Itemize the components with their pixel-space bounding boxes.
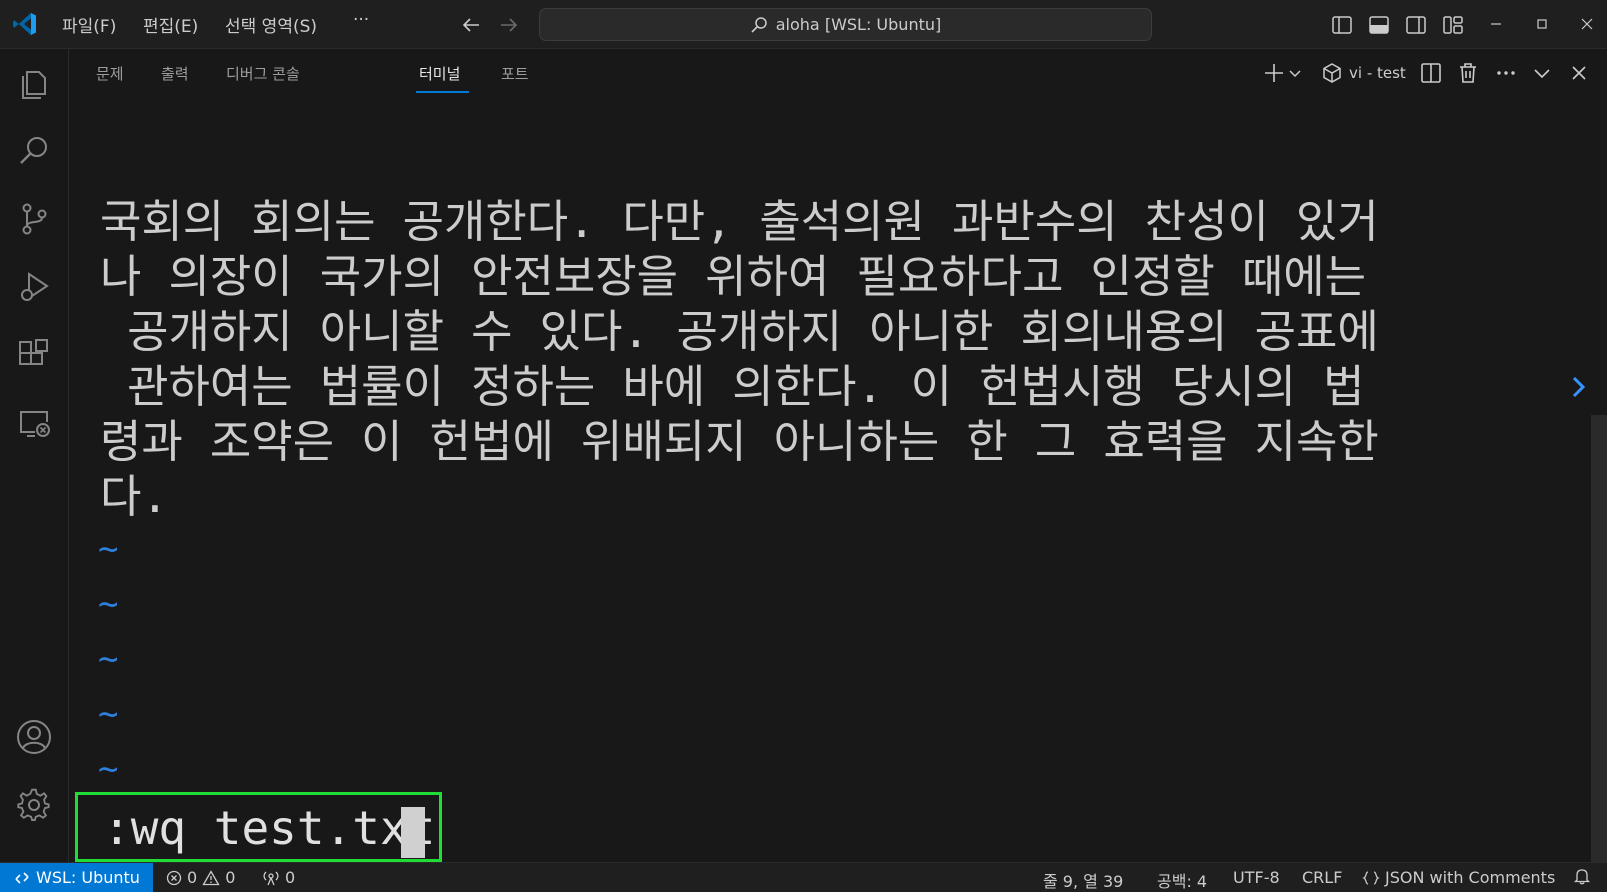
indentation-status[interactable]: 공백: 4: [1157, 868, 1207, 892]
source-control-icon[interactable]: [15, 200, 53, 238]
explorer-icon[interactable]: [15, 64, 53, 102]
menu-selection[interactable]: 선택 영역(S): [225, 12, 317, 37]
terminal-cube-icon: [1321, 62, 1343, 84]
terminal-line: 나 의장이 국가의 안전보장을 위하여 필요하다고 인정할 때에는: [100, 250, 1367, 303]
menu-more[interactable]: ···: [353, 10, 369, 30]
terminal-name: vi - test: [1349, 64, 1406, 82]
problems-status[interactable]: 0 0: [166, 868, 235, 887]
eol-status[interactable]: CRLF: [1302, 868, 1342, 887]
tab-debug-console[interactable]: 디버그 콘솔: [226, 63, 300, 84]
cursor-position[interactable]: 줄 9, 열 39: [1043, 868, 1123, 892]
vim-empty-line-tilde: ~: [98, 639, 119, 679]
line-overflow-chevron-icon: [1568, 372, 1590, 402]
vim-empty-line-tilde: ~: [98, 749, 119, 789]
toggle-panel-icon[interactable]: [1368, 14, 1390, 36]
search-icon: [750, 16, 768, 34]
run-debug-icon[interactable]: [15, 268, 53, 306]
command-center-label: aloha [WSL: Ubuntu]: [775, 15, 942, 34]
tab-ports[interactable]: 포트: [501, 63, 529, 84]
language-mode[interactable]: JSON with Comments: [1362, 868, 1555, 887]
remote-icon: [14, 870, 30, 886]
broadcast-icon: [262, 870, 280, 886]
terminal-view[interactable]: 국회의 회의는 공개한다. 다만, 출석의원 과반수의 찬성이 있거 나 의장이…: [69, 97, 1585, 862]
back-arrow-icon[interactable]: [460, 14, 482, 36]
minimize-icon[interactable]: [1488, 16, 1504, 32]
remote-indicator[interactable]: WSL: Ubuntu: [0, 863, 153, 892]
tab-problems[interactable]: 문제: [96, 63, 124, 84]
vim-command-line-highlight[interactable]: :wq test.txt: [75, 792, 442, 862]
extensions-icon[interactable]: [15, 336, 53, 374]
more-actions-icon[interactable]: [1494, 61, 1518, 85]
active-tab-indicator: [416, 91, 469, 93]
vim-empty-line-tilde: ~: [98, 694, 119, 734]
tab-output[interactable]: 출력: [161, 63, 189, 84]
command-center-search[interactable]: aloha [WSL: Ubuntu]: [539, 8, 1152, 41]
terminal-line: 국회의 회의는 공개한다. 다만, 출석의원 과반수의 찬성이 있거: [100, 195, 1379, 248]
activity-bar: [0, 49, 69, 862]
terminal-line: 령과 조약은 이 헌법에 위배되지 아니하는 한 그 효력을 지속한: [100, 415, 1379, 468]
braces-icon: [1362, 870, 1380, 886]
menu-file[interactable]: 파일(F): [62, 12, 116, 37]
ports-count: 0: [285, 868, 296, 887]
maximize-panel-chevron-icon[interactable]: [1530, 61, 1554, 85]
error-count: 0: [187, 868, 198, 887]
error-icon: [166, 870, 182, 886]
encoding-status[interactable]: UTF-8: [1233, 868, 1280, 887]
new-terminal-icon[interactable]: [1262, 61, 1286, 85]
toggle-primary-sidebar-icon[interactable]: [1331, 14, 1353, 36]
split-terminal-icon[interactable]: [1419, 61, 1443, 85]
account-icon[interactable]: [15, 718, 53, 756]
vim-command-text: :wq test.txt: [103, 801, 436, 855]
title-bar: 파일(F) 편집(E) 선택 영역(S) ··· aloha [WSL: Ubu…: [0, 0, 1607, 49]
ports-status[interactable]: 0: [262, 868, 295, 887]
terminal-cursor: [401, 807, 425, 858]
forward-arrow-icon[interactable]: [498, 14, 520, 36]
vscode-logo-icon[interactable]: [12, 11, 38, 37]
terminal-scrollbar-thumb[interactable]: [1591, 415, 1607, 862]
toggle-secondary-sidebar-icon[interactable]: [1405, 14, 1427, 36]
customize-layout-icon[interactable]: [1442, 14, 1464, 36]
remote-label: WSL: Ubuntu: [36, 868, 140, 887]
warning-count: 0: [225, 868, 236, 887]
bell-icon[interactable]: [1573, 867, 1591, 885]
status-bar: WSL: Ubuntu 0 0 0 줄 9, 열 39 공백: 4 UTF-8 …: [0, 862, 1607, 892]
chevron-down-icon[interactable]: [1287, 61, 1303, 85]
close-panel-icon[interactable]: [1567, 61, 1591, 85]
tab-terminal[interactable]: 터미널: [419, 63, 460, 84]
language-label: JSON with Comments: [1385, 868, 1556, 887]
terminal-line: 관하여는 법률이 정하는 바에 의한다. 이 헌법시행 당시의 법: [100, 360, 1365, 413]
terminal-line: 다.: [100, 470, 169, 523]
panel-header: 문제 출력 디버그 콘솔 터미널 포트 vi - test: [69, 49, 1607, 97]
vim-empty-line-tilde: ~: [98, 529, 119, 569]
maximize-icon[interactable]: [1534, 16, 1550, 32]
menu-edit[interactable]: 편집(E): [143, 12, 198, 37]
search-icon[interactable]: [15, 132, 53, 170]
trash-icon[interactable]: [1456, 61, 1480, 85]
warning-icon: [202, 869, 220, 886]
vim-empty-line-tilde: ~: [98, 584, 119, 624]
remote-explorer-icon[interactable]: [15, 404, 53, 442]
terminal-line: 공개하지 아니할 수 있다. 공개하지 아니한 회의내용의 공표에: [100, 305, 1379, 358]
settings-gear-icon[interactable]: [15, 786, 53, 824]
close-window-icon[interactable]: [1579, 16, 1595, 32]
